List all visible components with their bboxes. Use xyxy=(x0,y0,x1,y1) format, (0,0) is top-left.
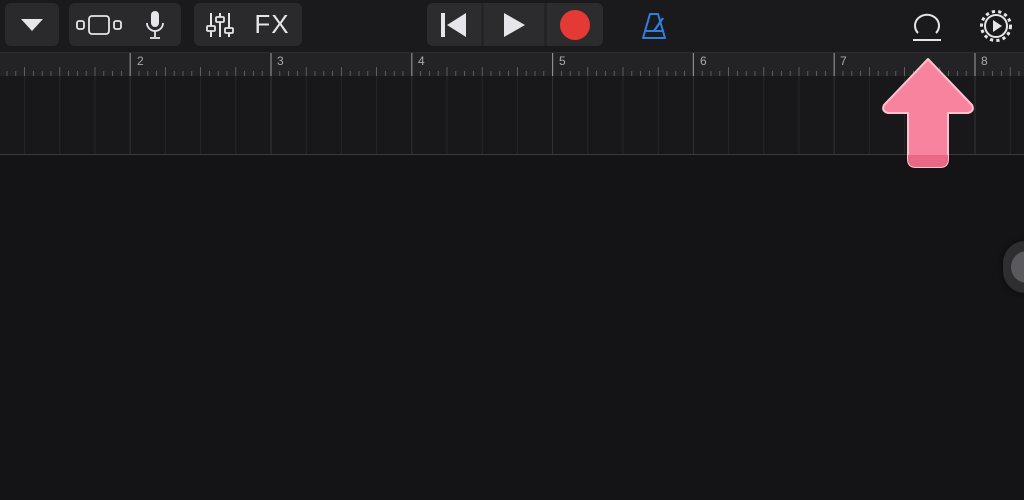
record-button[interactable] xyxy=(547,3,603,46)
loop-browser-button[interactable] xyxy=(904,4,950,47)
track-lane[interactable] xyxy=(0,76,1024,155)
transport-group xyxy=(427,3,603,46)
mixer-icon xyxy=(206,12,234,37)
record-icon xyxy=(560,9,590,40)
tracks-view-button[interactable] xyxy=(69,3,129,46)
bar-number-4: 4 xyxy=(418,54,425,68)
bar-number-2: 2 xyxy=(137,54,144,68)
bar-number-5: 5 xyxy=(559,54,566,68)
ruler-ticks xyxy=(6,53,1020,77)
microphone-icon xyxy=(146,10,164,39)
mix-fx-group: FX xyxy=(194,3,302,46)
bar-number-7: 7 xyxy=(840,54,847,68)
bar-number-6: 6 xyxy=(700,54,707,68)
bar-number-8: 8 xyxy=(981,54,988,68)
rewind-icon xyxy=(441,12,466,37)
fx-button[interactable]: FX xyxy=(246,3,298,46)
control-bar: FX xyxy=(0,0,1024,52)
bar-number-3: 3 xyxy=(277,54,284,68)
tracks-dropdown-group xyxy=(5,3,59,46)
empty-tracks-area[interactable] xyxy=(0,155,1024,500)
pointer-arrow-overlay xyxy=(882,58,974,168)
metronome-icon xyxy=(642,12,666,39)
play-button[interactable] xyxy=(484,3,544,46)
timeline-ruler[interactable]: 2 3 4 5 6 7 8 xyxy=(0,52,1024,77)
view-record-group xyxy=(69,3,181,46)
settings-icon xyxy=(980,9,1012,42)
fx-label: FX xyxy=(254,9,290,39)
rewind-button[interactable] xyxy=(427,3,481,46)
tracks-dropdown-button[interactable] xyxy=(5,3,59,46)
mixer-button[interactable] xyxy=(194,3,246,46)
beat-gridlines xyxy=(24,76,1011,154)
tracks-dropdown-icon xyxy=(21,18,43,31)
loop-browser-icon xyxy=(913,13,941,41)
settings-button[interactable] xyxy=(974,4,1018,47)
microphone-button[interactable] xyxy=(129,3,181,46)
play-icon xyxy=(504,12,525,37)
tracks-view-icon xyxy=(76,14,122,35)
metronome-button[interactable] xyxy=(630,4,678,47)
